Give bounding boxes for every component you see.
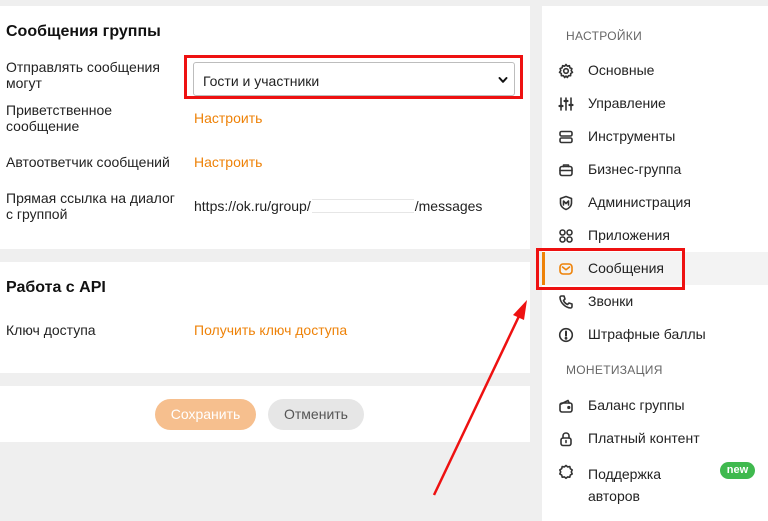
sidebar-item-label: Инструменты	[588, 128, 676, 144]
new-badge: new	[720, 462, 755, 479]
cancel-button[interactable]: Отменить	[268, 399, 364, 430]
redacted-group-id	[311, 199, 414, 213]
send-permission-label: Отправлять сообщения могут	[6, 59, 160, 91]
get-access-key-link[interactable]: Получить ключ доступа	[194, 322, 347, 338]
direct-link-value[interactable]: https://ok.ru/group/ /messages	[194, 198, 482, 214]
monetization-section-header: МОНЕТИЗАЦИЯ	[566, 363, 663, 377]
phone-icon	[559, 295, 573, 309]
sidebar-item-label: Администрация	[588, 194, 691, 210]
actions-panel: Сохранить Отменить	[0, 386, 530, 442]
api-section-title: Работа с API	[6, 279, 106, 296]
sidebar-item-paid-content[interactable]: Платный контент	[542, 422, 768, 455]
sidebar-item-penalty-points[interactable]: Штрафные баллы	[542, 318, 768, 351]
autoreply-label: Автоответчик сообщений	[6, 154, 170, 170]
access-key-label: Ключ доступа	[6, 322, 96, 338]
gear-icon	[558, 63, 574, 79]
sidebar-item-label: Приложения	[588, 227, 670, 243]
welcome-configure-link[interactable]: Настроить	[194, 110, 262, 126]
section-title: Сообщения группы	[6, 23, 161, 40]
sidebar-item-label: Штрафные баллы	[588, 326, 706, 342]
settings-section-header: НАСТРОЙКИ	[566, 29, 643, 43]
api-panel: Работа с API Ключ доступа Получить ключ …	[0, 262, 530, 373]
warning-icon	[558, 327, 574, 343]
mail-icon	[559, 263, 573, 275]
sidebar-item-label: Поддержка авторов	[588, 466, 662, 504]
settings-sidebar: НАСТРОЙКИ Основные Управление Инструмент…	[542, 6, 768, 521]
sidebar-item-label: Баланс группы	[588, 397, 685, 413]
group-messages-panel: Сообщения группы Отправлять сообщения мо…	[0, 6, 530, 249]
autoreply-configure-link[interactable]: Настроить	[194, 154, 262, 170]
sidebar-item-label: Управление	[588, 95, 666, 111]
lock-icon	[560, 432, 572, 447]
briefcase-icon	[559, 164, 573, 177]
sidebar-item-administration[interactable]: Администрация	[542, 186, 768, 219]
send-permission-value: Гости и участники	[203, 73, 320, 89]
sidebar-item-label: Платный контент	[588, 430, 700, 446]
sidebar-item-label: Основные	[588, 62, 655, 78]
save-button[interactable]: Сохранить	[155, 399, 256, 430]
sidebar-item-group-balance[interactable]: Баланс группы	[542, 389, 768, 422]
sidebar-item-label: Сообщения	[588, 260, 664, 276]
direct-link-label: Прямая ссылка на диалог с группой	[6, 190, 175, 222]
sidebar-item-messages[interactable]: Сообщения	[542, 252, 768, 285]
sidebar-item-business-group[interactable]: Бизнес-группа	[542, 153, 768, 186]
sidebar-item-label: Бизнес-группа	[588, 161, 682, 177]
sliders-icon	[558, 97, 574, 111]
badge-icon	[559, 464, 573, 480]
sidebar-item-management[interactable]: Управление	[542, 87, 768, 120]
tools-icon	[559, 130, 573, 144]
sidebar-item-apps[interactable]: Приложения	[542, 219, 768, 252]
direct-link-suffix: /messages	[414, 198, 483, 214]
welcome-message-label: Приветственное сообщение	[6, 102, 113, 134]
sidebar-item-calls[interactable]: Звонки	[542, 285, 768, 318]
sidebar-item-label: Звонки	[588, 293, 634, 309]
chevron-down-icon	[498, 77, 508, 83]
shield-icon	[559, 195, 573, 211]
sidebar-item-general[interactable]: Основные	[542, 54, 768, 87]
wallet-icon	[559, 399, 573, 413]
apps-icon	[559, 229, 573, 243]
direct-link-prefix: https://ok.ru/group/	[194, 198, 311, 214]
send-permission-select[interactable]: Гости и участники	[193, 62, 515, 96]
sidebar-item-tools[interactable]: Инструменты	[542, 120, 768, 153]
